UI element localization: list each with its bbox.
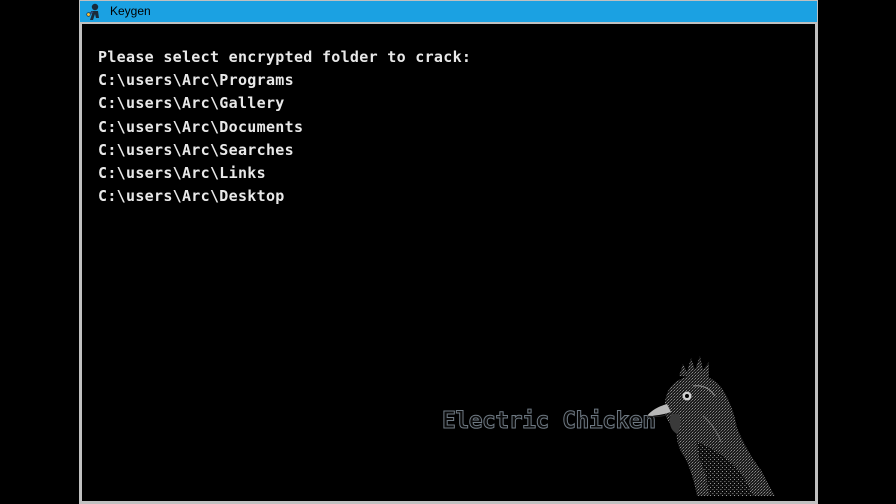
title-bar[interactable]: Keygen — [80, 1, 817, 22]
console-area: Please select encrypted folder to crack:… — [82, 24, 815, 501]
console-output: Please select encrypted folder to crack:… — [98, 46, 471, 208]
keygen-window: Keygen Please select encrypted folder to… — [79, 0, 818, 504]
chicken-head-icon — [637, 346, 787, 501]
folder-option-links[interactable]: C:\users\Arc\Links — [98, 162, 471, 185]
folder-option-gallery[interactable]: C:\users\Arc\Gallery — [98, 92, 471, 115]
key-person-icon — [85, 3, 103, 21]
brand-name: Electric Chicken — [442, 408, 657, 435]
folder-option-programs[interactable]: C:\users\Arc\Programs — [98, 69, 471, 92]
folder-option-desktop[interactable]: C:\users\Arc\Desktop — [98, 185, 471, 208]
console-prompt: Please select encrypted folder to crack: — [98, 48, 472, 66]
folder-option-searches[interactable]: C:\users\Arc\Searches — [98, 139, 471, 162]
folder-option-documents[interactable]: C:\users\Arc\Documents — [98, 116, 471, 139]
window-title: Keygen — [110, 4, 151, 18]
